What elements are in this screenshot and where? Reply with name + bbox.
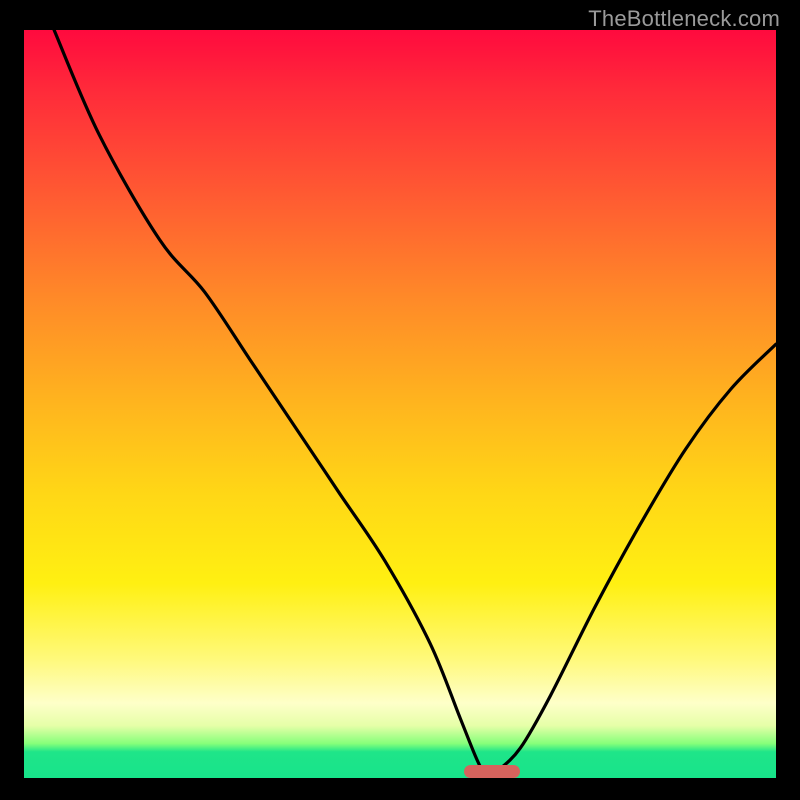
optimum-marker — [464, 765, 520, 778]
chart-frame: TheBottleneck.com — [0, 0, 800, 800]
watermark-text: TheBottleneck.com — [588, 6, 780, 32]
plot-area — [24, 30, 776, 778]
bottleneck-curve — [24, 30, 776, 778]
curve-path — [54, 30, 776, 774]
